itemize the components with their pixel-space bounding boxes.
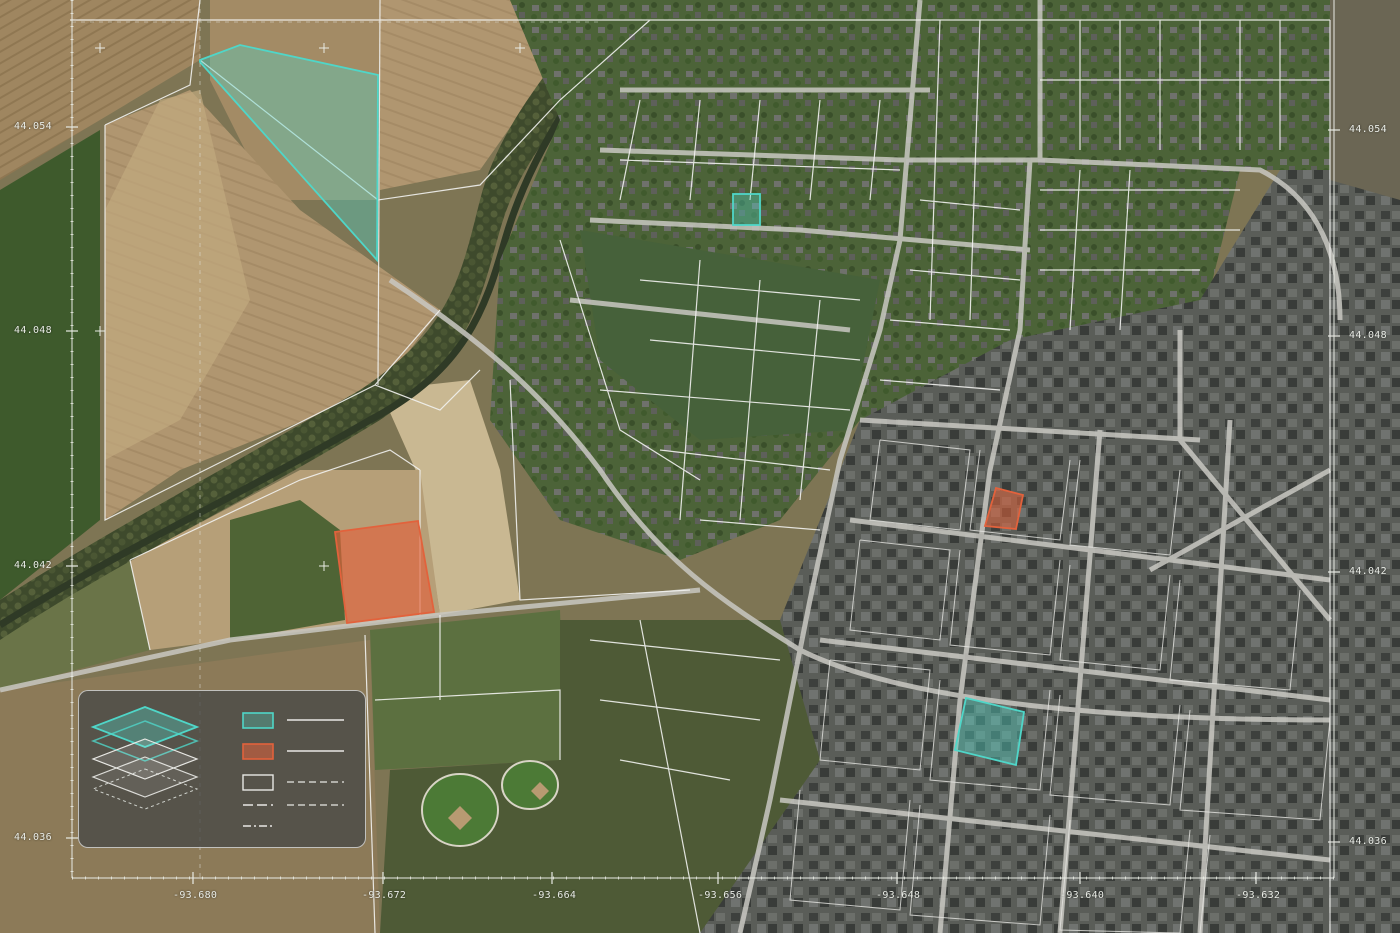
green-field-s bbox=[370, 610, 565, 770]
stacked-layers-icon[interactable] bbox=[90, 706, 200, 810]
lat-label-right: 44.054 bbox=[1349, 124, 1387, 135]
lat-label-left: 44.036 bbox=[14, 832, 52, 843]
lon-label: -93.640 bbox=[1060, 890, 1105, 901]
lat-label-left: 44.048 bbox=[14, 325, 52, 336]
teal-fill-swatch bbox=[242, 712, 274, 729]
ballfield-2 bbox=[501, 760, 559, 810]
parcel-orange-field[interactable] bbox=[333, 519, 436, 625]
lon-label: -93.680 bbox=[173, 890, 218, 901]
lat-label-right: 44.042 bbox=[1349, 566, 1387, 577]
map-legend bbox=[78, 690, 366, 848]
lat-label-left: 44.054 bbox=[14, 121, 52, 132]
lon-label: -93.664 bbox=[532, 890, 577, 901]
lat-label-right: 44.036 bbox=[1349, 836, 1387, 847]
lon-label: -93.672 bbox=[362, 890, 407, 901]
map-view[interactable]: 44.054 44.048 44.042 44.036 44.054 44.04… bbox=[0, 0, 1400, 933]
lat-label-right: 44.048 bbox=[1349, 330, 1387, 341]
lon-label: -93.656 bbox=[698, 890, 743, 901]
orange-fill-swatch bbox=[242, 743, 274, 760]
lon-label: -93.648 bbox=[876, 890, 921, 901]
green-field-w bbox=[0, 130, 100, 600]
field-ne bbox=[1330, 0, 1400, 200]
lat-label-left: 44.042 bbox=[14, 560, 52, 571]
lon-label: -93.632 bbox=[1236, 890, 1281, 901]
green-patch bbox=[230, 500, 345, 640]
parcel-teal-residential[interactable] bbox=[732, 193, 761, 226]
outline-swatch bbox=[242, 774, 274, 791]
